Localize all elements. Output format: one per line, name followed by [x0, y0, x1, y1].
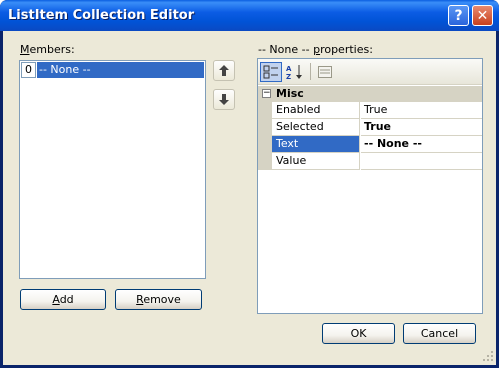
dialog-window: ListItem Collection Editor ? ✕ Members: … [0, 0, 499, 368]
property-pages-icon [318, 66, 332, 78]
resize-grip[interactable] [483, 351, 493, 361]
members-listbox[interactable]: 0 -- None -- [19, 60, 206, 279]
row-gutter [258, 119, 272, 136]
property-value[interactable] [361, 153, 482, 170]
row-gutter [258, 102, 272, 119]
move-up-button[interactable] [213, 60, 235, 81]
property-name: Selected [272, 119, 360, 136]
dialog-client-area: Members: 0 -- None -- Add Remove -- None… [3, 31, 496, 365]
categorized-button[interactable] [260, 62, 282, 82]
categorized-icon [263, 65, 278, 79]
arrow-up-icon [219, 65, 229, 76]
close-icon: ✕ [476, 7, 489, 24]
svg-text:Z: Z [286, 73, 291, 80]
list-item-index: 0 [21, 62, 36, 78]
remove-button[interactable]: Remove [115, 289, 202, 310]
ok-button[interactable]: OK [322, 323, 395, 344]
row-gutter [258, 136, 272, 153]
help-button[interactable]: ? [448, 5, 469, 26]
row-gutter [258, 153, 272, 170]
move-down-button[interactable] [213, 89, 235, 110]
property-name: Value [272, 153, 360, 170]
collapse-icon[interactable]: − [262, 89, 271, 98]
property-name: Text [272, 136, 360, 153]
alphabetical-button[interactable]: A Z [284, 62, 306, 82]
svg-text:A: A [286, 65, 292, 73]
list-item[interactable]: 0 -- None -- [21, 62, 204, 78]
toolbar-separator [310, 63, 311, 80]
property-row-enabled[interactable]: Enabled True [258, 102, 482, 119]
list-item-text: -- None -- [37, 62, 204, 78]
property-name: Enabled [272, 102, 360, 119]
property-value[interactable]: -- None -- [361, 136, 482, 153]
title-bar[interactable]: ListItem Collection Editor ? ✕ [0, 0, 499, 31]
category-label: Misc [276, 87, 304, 100]
close-button[interactable]: ✕ [472, 5, 493, 26]
cancel-button[interactable]: Cancel [403, 323, 476, 344]
property-value[interactable]: True [361, 119, 482, 136]
property-value[interactable]: True [361, 102, 482, 119]
property-row-selected[interactable]: Selected True [258, 119, 482, 136]
add-button[interactable]: Add [20, 289, 106, 310]
window-title: ListItem Collection Editor [8, 8, 195, 23]
sort-alphabetical-icon: A Z [286, 65, 302, 80]
property-grid-toolbar: A Z [258, 59, 482, 85]
property-row-text[interactable]: Text -- None -- [258, 136, 482, 153]
property-pages-button[interactable] [314, 62, 336, 82]
property-grid[interactable]: A Z − Misc Enabled True Selected True Te… [257, 58, 483, 314]
help-icon: ? [454, 7, 463, 24]
members-label: Members: [20, 43, 75, 56]
category-row-misc[interactable]: − Misc [258, 86, 482, 102]
properties-label: -- None -- properties: [258, 43, 373, 56]
arrow-down-icon [219, 94, 229, 105]
property-row-value[interactable]: Value [258, 153, 482, 170]
